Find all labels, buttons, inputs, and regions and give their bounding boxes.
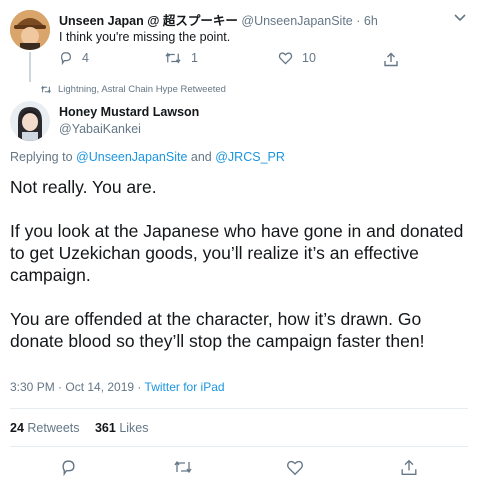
- avatar-honey-mustard-lawson[interactable]: [10, 101, 50, 141]
- avatar-unseen-japan[interactable]: [10, 10, 50, 50]
- tweet-paragraph: You are offended at the character, how i…: [10, 309, 425, 351]
- replying-to-jrcs-link[interactable]: @JRCS_PR: [215, 150, 285, 164]
- retweets-count: 24: [10, 421, 24, 435]
- retweet-icon: [174, 460, 192, 474]
- retweets-stat[interactable]: 24 Retweets: [10, 421, 83, 435]
- main-display-name[interactable]: Honey Mustard Lawson: [59, 105, 199, 119]
- tweet-timestamp[interactable]: 3:30 PM · Oct 14, 2019: [10, 380, 134, 394]
- retweeted-by-text: Lightning, Astral Chain Hype Retweeted: [58, 84, 226, 95]
- tweet-body: Not really. You are. If you look at the …: [10, 176, 472, 352]
- reply-like-button[interactable]: 10: [278, 51, 316, 65]
- main-handle[interactable]: @YabaiKankei: [59, 122, 141, 136]
- likes-count: 361: [94, 421, 116, 435]
- reply-button[interactable]: [58, 457, 78, 477]
- replying-to-prefix: Replying to: [10, 150, 73, 164]
- retweet-small-icon: [40, 85, 52, 94]
- replying-to-line: Replying to @UnseenJapanSite and @JRCS_P…: [10, 150, 285, 164]
- reply-handle[interactable]: @UnseenJapanSite: [241, 14, 352, 28]
- reply-header: Unseen Japan @ 超スプーキー @UnseenJapanSite ·…: [59, 10, 419, 28]
- like-count: 10: [302, 51, 316, 65]
- divider: [10, 408, 468, 409]
- likes-stat[interactable]: 361 Likes: [95, 421, 149, 435]
- replying-to-and: and: [190, 150, 212, 164]
- tweet-meta-separator: ·: [137, 380, 142, 394]
- like-button[interactable]: [285, 457, 305, 477]
- chevron-down-icon[interactable]: [452, 10, 468, 26]
- reply-reply-button[interactable]: 4: [59, 51, 89, 65]
- divider: [10, 446, 468, 447]
- heart-icon: [278, 51, 293, 65]
- reply-icon: [59, 51, 73, 65]
- reply-time[interactable]: 6h: [364, 14, 378, 28]
- engagement-stats: 24 Retweets 361 Likes: [10, 421, 149, 435]
- likes-label: Likes: [119, 421, 149, 435]
- reply-count: 4: [82, 51, 89, 65]
- tweet-paragraph: Not really. You are.: [10, 177, 157, 197]
- reply-dot: ·: [356, 14, 361, 28]
- tweet-meta: 3:30 PM · Oct 14, 2019 · Twitter for iPa…: [10, 380, 225, 394]
- reply-display-name[interactable]: Unseen Japan @ 超スプーキー: [59, 14, 238, 28]
- reply-thread-line: [29, 52, 31, 82]
- replying-to-unseenjapan-link[interactable]: @UnseenJapanSite: [76, 150, 187, 164]
- reply-text: I think you're missing the point.: [59, 30, 231, 44]
- reply-retweet-button[interactable]: 1: [164, 51, 198, 65]
- share-icon[interactable]: [383, 51, 399, 67]
- reply-icon: [61, 459, 75, 476]
- share-button[interactable]: [399, 457, 419, 477]
- retweeted-by-row[interactable]: Lightning, Astral Chain Hype Retweeted: [40, 84, 226, 95]
- heart-icon: [287, 460, 303, 475]
- share-icon: [401, 459, 417, 475]
- retweet-icon: [164, 51, 182, 65]
- tweet-source-link[interactable]: Twitter for iPad: [145, 380, 225, 394]
- retweet-button[interactable]: [172, 457, 194, 477]
- retweets-label: Retweets: [27, 421, 80, 435]
- tweet-paragraph: If you look at the Japanese who have gon…: [10, 221, 464, 285]
- retweet-count: 1: [191, 51, 198, 65]
